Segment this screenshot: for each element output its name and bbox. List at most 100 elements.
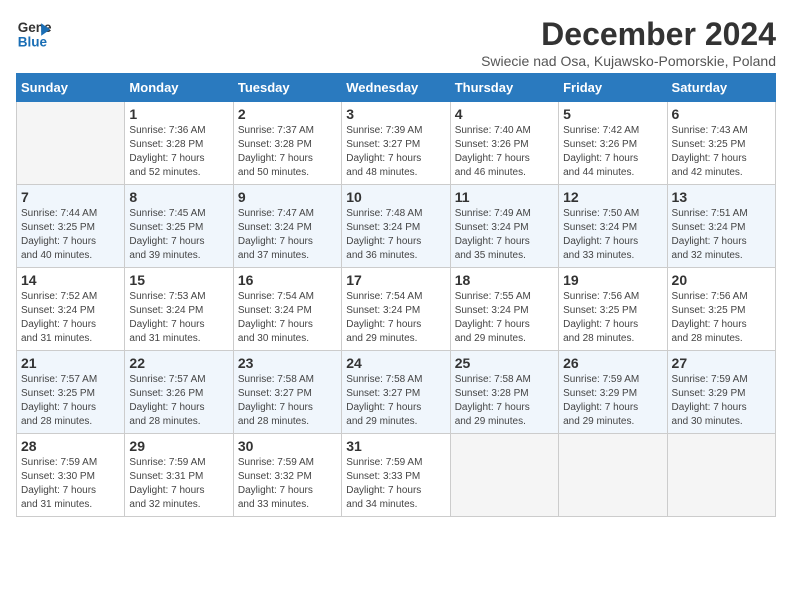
day-info: Sunrise: 7:59 AMSunset: 3:29 PMDaylight:…: [563, 374, 639, 427]
calendar-cell: 28 Sunrise: 7:59 AMSunset: 3:30 PMDayligh…: [17, 434, 125, 517]
day-number: 30: [238, 438, 337, 454]
header-row: Sunday Monday Tuesday Wednesday Thursday…: [17, 74, 776, 102]
col-saturday: Saturday: [667, 74, 775, 102]
calendar-cell: 30 Sunrise: 7:59 AMSunset: 3:32 PMDayligh…: [233, 434, 341, 517]
col-sunday: Sunday: [17, 74, 125, 102]
day-info: Sunrise: 7:47 AMSunset: 3:24 PMDaylight:…: [238, 208, 314, 261]
svg-text:Blue: Blue: [18, 35, 48, 50]
day-info: Sunrise: 7:36 AMSunset: 3:28 PMDaylight:…: [129, 125, 205, 178]
day-number: 14: [21, 272, 120, 288]
day-number: 2: [238, 106, 337, 122]
day-info: Sunrise: 7:54 AMSunset: 3:24 PMDaylight:…: [238, 291, 314, 344]
day-info: Sunrise: 7:52 AMSunset: 3:24 PMDaylight:…: [21, 291, 97, 344]
col-friday: Friday: [559, 74, 667, 102]
day-number: 10: [346, 189, 445, 205]
day-info: Sunrise: 7:51 AMSunset: 3:24 PMDaylight:…: [672, 208, 748, 261]
day-number: 18: [455, 272, 554, 288]
calendar-cell: 5Sunrise: 7:42 AMSunset: 3:26 PMDaylight…: [559, 102, 667, 185]
calendar-cell: 26 Sunrise: 7:59 AMSunset: 3:29 PMDayligh…: [559, 351, 667, 434]
calendar-cell: 24 Sunrise: 7:58 AMSunset: 3:27 PMDayligh…: [342, 351, 450, 434]
day-info: Sunrise: 7:56 AMSunset: 3:25 PMDaylight:…: [672, 291, 748, 344]
day-number: 13: [672, 189, 771, 205]
calendar-cell: 21 Sunrise: 7:57 AMSunset: 3:25 PMDayligh…: [17, 351, 125, 434]
day-info: Sunrise: 7:43 AMSunset: 3:25 PMDaylight:…: [672, 125, 748, 178]
calendar-cell: [667, 434, 775, 517]
day-number: 25: [455, 355, 554, 371]
calendar-cell: 29 Sunrise: 7:59 AMSunset: 3:31 PMDayligh…: [125, 434, 233, 517]
calendar-cell: 14 Sunrise: 7:52 AMSunset: 3:24 PMDayligh…: [17, 268, 125, 351]
col-monday: Monday: [125, 74, 233, 102]
day-number: 12: [563, 189, 662, 205]
calendar-table: Sunday Monday Tuesday Wednesday Thursday…: [16, 73, 776, 517]
calendar-cell: 3 Sunrise: 7:39 AMSunset: 3:27 PMDaylight…: [342, 102, 450, 185]
day-number: 31: [346, 438, 445, 454]
header: General Blue December 2024 Swiecie nad O…: [16, 16, 776, 69]
day-info: Sunrise: 7:59 AMSunset: 3:30 PMDaylight:…: [21, 457, 97, 510]
day-info: Sunrise: 7:59 AMSunset: 3:31 PMDaylight:…: [129, 457, 205, 510]
day-number: 27: [672, 355, 771, 371]
day-info: Sunrise: 7:56 AMSunset: 3:25 PMDaylight:…: [563, 291, 639, 344]
calendar-cell: [450, 434, 558, 517]
day-number: 15: [129, 272, 228, 288]
day-number: 8: [129, 189, 228, 205]
month-title: December 2024: [481, 16, 776, 53]
calendar-cell: 1Sunrise: 7:36 AMSunset: 3:28 PMDaylight…: [125, 102, 233, 185]
day-number: 3: [346, 106, 445, 122]
day-info: Sunrise: 7:45 AMSunset: 3:25 PMDaylight:…: [129, 208, 205, 261]
day-number: 24: [346, 355, 445, 371]
day-info: Sunrise: 7:59 AMSunset: 3:32 PMDaylight:…: [238, 457, 314, 510]
day-number: 29: [129, 438, 228, 454]
day-number: 23: [238, 355, 337, 371]
day-number: 22: [129, 355, 228, 371]
calendar-cell: 19 Sunrise: 7:56 AMSunset: 3:25 PMDayligh…: [559, 268, 667, 351]
logo-icon: General Blue: [16, 16, 52, 52]
day-info: Sunrise: 7:55 AMSunset: 3:24 PMDaylight:…: [455, 291, 531, 344]
day-info: Sunrise: 7:39 AMSunset: 3:27 PMDaylight:…: [346, 125, 422, 178]
calendar-cell: 27Sunrise: 7:59 AMSunset: 3:29 PMDayligh…: [667, 351, 775, 434]
calendar-cell: 2Sunrise: 7:37 AMSunset: 3:28 PMDaylight…: [233, 102, 341, 185]
logo: General Blue: [16, 16, 56, 52]
day-number: 20: [672, 272, 771, 288]
calendar-cell: [559, 434, 667, 517]
day-number: 17: [346, 272, 445, 288]
day-info: Sunrise: 7:48 AMSunset: 3:24 PMDaylight:…: [346, 208, 422, 261]
calendar-cell: 23 Sunrise: 7:58 AMSunset: 3:27 PMDayligh…: [233, 351, 341, 434]
day-number: 26: [563, 355, 662, 371]
day-info: Sunrise: 7:57 AMSunset: 3:25 PMDaylight:…: [21, 374, 97, 427]
calendar-cell: 22 Sunrise: 7:57 AMSunset: 3:26 PMDayligh…: [125, 351, 233, 434]
day-info: Sunrise: 7:44 AMSunset: 3:25 PMDaylight:…: [21, 208, 97, 261]
day-info: Sunrise: 7:59 AMSunset: 3:33 PMDaylight:…: [346, 457, 422, 510]
day-info: Sunrise: 7:58 AMSunset: 3:28 PMDaylight:…: [455, 374, 531, 427]
day-number: 28: [21, 438, 120, 454]
calendar-cell: 25 Sunrise: 7:58 AMSunset: 3:28 PMDayligh…: [450, 351, 558, 434]
day-info: Sunrise: 7:58 AMSunset: 3:27 PMDaylight:…: [238, 374, 314, 427]
day-number: 21: [21, 355, 120, 371]
calendar-cell: 15 Sunrise: 7:53 AMSunset: 3:24 PMDayligh…: [125, 268, 233, 351]
calendar-week-0: 1Sunrise: 7:36 AMSunset: 3:28 PMDaylight…: [17, 102, 776, 185]
day-number: 19: [563, 272, 662, 288]
day-info: Sunrise: 7:58 AMSunset: 3:27 PMDaylight:…: [346, 374, 422, 427]
day-number: 7: [21, 189, 120, 205]
title-area: December 2024 Swiecie nad Osa, Kujawsko-…: [481, 16, 776, 69]
day-number: 4: [455, 106, 554, 122]
day-info: Sunrise: 7:54 AMSunset: 3:24 PMDaylight:…: [346, 291, 422, 344]
calendar-cell: 18 Sunrise: 7:55 AMSunset: 3:24 PMDayligh…: [450, 268, 558, 351]
calendar-cell: 20 Sunrise: 7:56 AMSunset: 3:25 PMDayligh…: [667, 268, 775, 351]
calendar-cell: 16 Sunrise: 7:54 AMSunset: 3:24 PMDayligh…: [233, 268, 341, 351]
day-number: 6: [672, 106, 771, 122]
day-info: Sunrise: 7:57 AMSunset: 3:26 PMDaylight:…: [129, 374, 205, 427]
calendar-cell: 31 Sunrise: 7:59 AMSunset: 3:33 PMDayligh…: [342, 434, 450, 517]
calendar-cell: 13 Sunrise: 7:51 AMSunset: 3:24 PMDayligh…: [667, 185, 775, 268]
day-info: Sunrise: 7:50 AMSunset: 3:24 PMDaylight:…: [563, 208, 639, 261]
col-wednesday: Wednesday: [342, 74, 450, 102]
calendar-cell: 7 Sunrise: 7:44 AMSunset: 3:25 PMDaylight…: [17, 185, 125, 268]
calendar-week-1: 7 Sunrise: 7:44 AMSunset: 3:25 PMDaylight…: [17, 185, 776, 268]
day-number: 5: [563, 106, 662, 122]
subtitle: Swiecie nad Osa, Kujawsko-Pomorskie, Pol…: [481, 53, 776, 69]
day-number: 16: [238, 272, 337, 288]
day-number: 9: [238, 189, 337, 205]
calendar-cell: 12 Sunrise: 7:50 AMSunset: 3:24 PMDayligh…: [559, 185, 667, 268]
day-info: Sunrise: 7:53 AMSunset: 3:24 PMDaylight:…: [129, 291, 205, 344]
calendar-cell: 6 Sunrise: 7:43 AMSunset: 3:25 PMDaylight…: [667, 102, 775, 185]
calendar-cell: 11Sunrise: 7:49 AMSunset: 3:24 PMDayligh…: [450, 185, 558, 268]
